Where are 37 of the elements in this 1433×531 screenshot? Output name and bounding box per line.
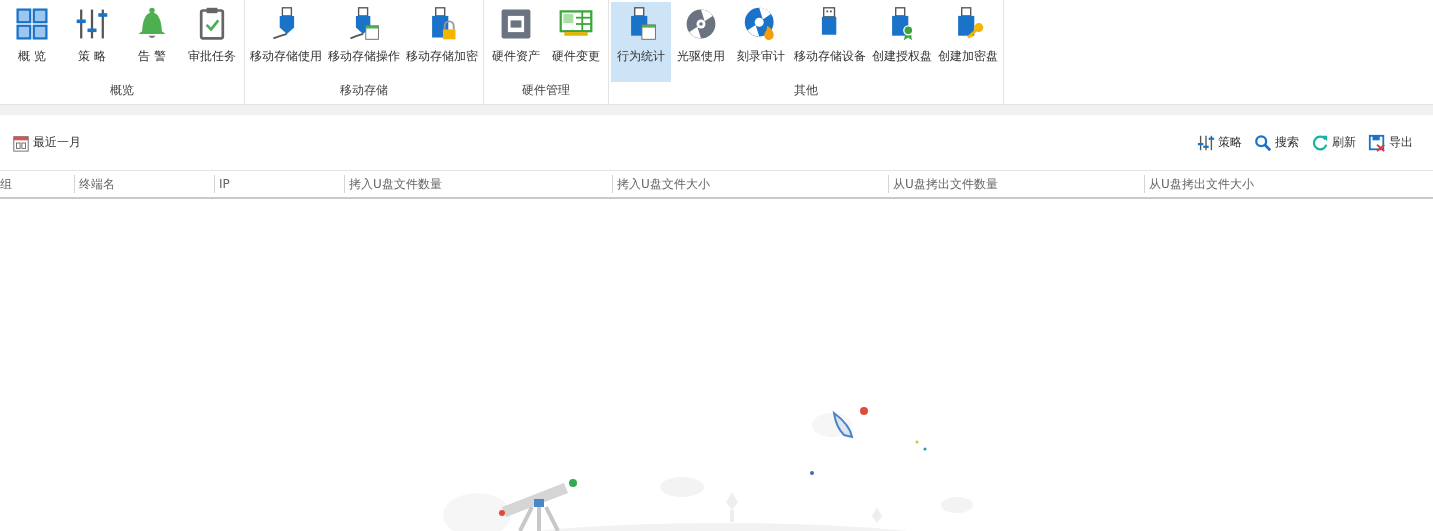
column-header[interactable]: 从U盘拷出文件数量 [888, 175, 1144, 193]
ribbon-button[interactable]: 硬件变更 [546, 2, 606, 82]
save-export-icon [1368, 133, 1386, 152]
date-range-button[interactable]: 最近一月 [10, 131, 83, 154]
toolbar-button[interactable]: 搜索 [1252, 131, 1301, 154]
ribbon-button[interactable]: 行为统计 [611, 2, 671, 82]
toolbar-button[interactable]: 导出 [1366, 131, 1415, 154]
refresh-icon [1311, 133, 1329, 152]
sliders-icon [1197, 133, 1215, 152]
ribbon-button[interactable]: 告 警 [122, 2, 182, 82]
group-label: 硬件管理 [522, 82, 570, 99]
column-header[interactable]: IP [214, 175, 344, 193]
ribbon-button[interactable]: 审批任务 [182, 2, 242, 82]
ribbon-button[interactable]: 移动存储操作 [325, 2, 403, 82]
ribbon-button[interactable]: 光驱使用 [671, 2, 731, 82]
ribbon-button[interactable]: 移动存储设备 [791, 2, 869, 82]
column-header[interactable]: 组 [0, 175, 74, 193]
grid-icon [14, 6, 50, 42]
ribbon-button[interactable]: 刻录审计 [731, 2, 791, 82]
column-header[interactable]: 从U盘拷出文件大小 [1144, 175, 1433, 193]
ribbon-button[interactable]: 创建授权盘 [869, 2, 935, 82]
ribbon-button[interactable]: 硬件资产 [486, 2, 546, 82]
ribbon-button[interactable]: 创建加密盘 [935, 2, 1001, 82]
ribbon-button[interactable]: 概 览 [2, 2, 62, 82]
toolbar-button[interactable]: 刷新 [1309, 131, 1358, 154]
group-label: 其他 [794, 82, 818, 99]
ribbon-button[interactable]: 移动存储加密 [403, 2, 481, 82]
group-label: 概览 [110, 82, 134, 99]
group-label: 移动存储 [340, 82, 388, 99]
column-header[interactable]: 拷入U盘文件大小 [612, 175, 888, 193]
column-header[interactable]: 拷入U盘文件数量 [344, 175, 612, 193]
ribbon-button[interactable]: 移动存储使用 [247, 2, 325, 82]
toolbar-button[interactable]: 策略 [1195, 131, 1244, 154]
column-header[interactable]: 终端名 [74, 175, 214, 193]
search-icon [1254, 133, 1272, 152]
ribbon-button[interactable]: 策 略 [62, 2, 122, 82]
calendar-icon [12, 133, 30, 152]
